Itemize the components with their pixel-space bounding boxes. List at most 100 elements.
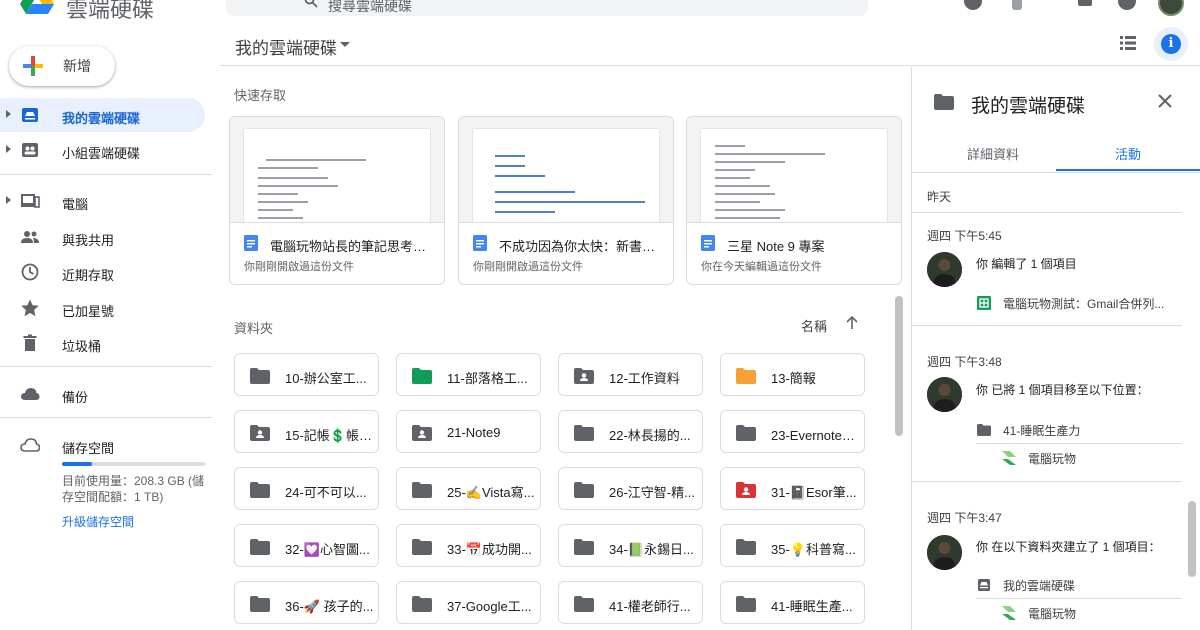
sort-by-name-button[interactable]: 名稱 [801, 316, 827, 335]
storage-usage-text: 目前使用量：208.3 GB (儲存空間配額：1 TB) [62, 474, 205, 504]
folder-icon [412, 539, 432, 555]
activity-item[interactable]: 電腦玩物 [1002, 600, 1076, 626]
activity-item[interactable]: 電腦玩物測試：Gmail合併列... [977, 290, 1164, 316]
sidebar-item-label: 小組雲端硬碟 [62, 146, 141, 161]
main-content: 快速存取 電腦玩物站長的筆記思考術-... 你剛剛開啟過這份文件 不成功因為你太… [220, 67, 910, 630]
quick-access-card[interactable]: 不成功因為你太快：新書專案 你剛剛開啟過這份文件 [458, 116, 674, 285]
folder-name: 31-📓Esor筆... [771, 485, 857, 500]
folder-icon [412, 482, 432, 498]
folder-name: 32-💟心智圖... [285, 542, 370, 557]
sidebar-item-label: 與我共用 [62, 233, 115, 248]
activity-time: 週四 下午5:45 [927, 229, 1002, 243]
panel-scrollbar[interactable] [1188, 501, 1196, 577]
folder-card[interactable]: 33-📅成功開... [396, 524, 541, 567]
activity-item[interactable]: 電腦玩物 [1002, 445, 1076, 471]
folder-card[interactable]: 41-權老師行... [558, 581, 703, 624]
folder-card[interactable]: 32-💟心智圖... [234, 524, 379, 567]
help-icon[interactable] [964, 0, 982, 10]
folder-name: 33-📅成功開... [447, 542, 532, 557]
sidebar-item-starred[interactable]: 已加星號 [0, 291, 205, 325]
main-scrollbar[interactable] [895, 296, 903, 436]
folder-icon [574, 425, 594, 441]
sidebar-item-trash[interactable]: 垃圾桶 [0, 326, 205, 360]
folder-card[interactable]: 31-📓Esor筆... [720, 467, 865, 510]
settings-icon[interactable] [1012, 0, 1022, 10]
main-header: 我的雲端硬碟 i [220, 22, 1200, 66]
upgrade-storage-link[interactable]: 升級儲存空間 [62, 513, 134, 530]
folder-icon [574, 596, 594, 612]
sidebar-item-label: 垃圾桶 [62, 339, 102, 354]
notifications-icon[interactable] [1118, 0, 1136, 10]
folder-name: 35-💡科普寫... [771, 542, 856, 557]
tabs-divider [912, 172, 1200, 173]
sidebar-item-label: 儲存空間 [62, 441, 115, 456]
sidebar-item-computers[interactable]: 電腦 [0, 184, 205, 218]
arrow-up-icon[interactable] [845, 315, 859, 331]
folder-card[interactable]: 36-🚀 孩子的... [234, 581, 379, 624]
title-dropdown-icon[interactable] [340, 42, 350, 47]
sidebar-item-shared-drives[interactable]: 小組雲端硬碟 [0, 133, 205, 167]
page-title[interactable]: 我的雲端硬碟 [235, 34, 337, 59]
quick-access-card[interactable]: 三星 Note 9 專案 你在今天編輯過這份文件 [686, 116, 902, 285]
folder-card[interactable]: 10-辦公室工... [234, 353, 379, 396]
folder-icon [736, 368, 756, 384]
list-view-icon[interactable] [1120, 36, 1136, 50]
folder-card[interactable]: 41-睡眠生產... [720, 581, 865, 624]
panel-title: 我的雲端硬碟 [971, 96, 1086, 117]
folder-icon [412, 368, 432, 384]
activity-item[interactable]: 41-睡眠生產力 [977, 417, 1080, 443]
expand-caret-icon[interactable] [6, 196, 11, 204]
sidebar-item-label: 電腦 [62, 197, 89, 212]
tab-activity[interactable]: 活動 [1056, 133, 1200, 171]
storage-usage-fill [62, 462, 92, 466]
activity-time: 週四 下午3:48 [927, 355, 1002, 369]
clock-icon [21, 263, 39, 281]
search-input[interactable]: 搜尋雲端硬碟 [226, 0, 868, 16]
app-title: 雲端硬碟 [66, 0, 155, 22]
shared-folder-icon [574, 368, 594, 384]
tab-details[interactable]: 詳細資料 [921, 133, 1065, 171]
avatar [927, 535, 962, 570]
details-info-button[interactable]: i [1154, 27, 1188, 61]
folder-card[interactable]: 23-Evernote子... [720, 410, 865, 453]
folder-card[interactable]: 13-簡報 [720, 353, 865, 396]
sidebar-item-backups[interactable]: 備份 [0, 377, 205, 411]
quick-access-reason: 你剛剛開啟過這份文件 [244, 261, 354, 273]
sidebar-item-my-drive[interactable]: 我的雲端硬碟 [0, 98, 205, 132]
folders-label: 資料夾 [234, 321, 274, 336]
folder-card[interactable]: 22-林長揚的... [558, 410, 703, 453]
folder-card[interactable]: 25-✍️Vista寫... [396, 467, 541, 510]
close-icon[interactable] [1155, 91, 1175, 111]
activity-divider [912, 481, 1182, 482]
folder-card[interactable]: 12-工作資料 [558, 353, 703, 396]
quick-access-name: 三星 Note 9 專案 [727, 239, 825, 254]
activity-divider [912, 212, 1182, 213]
folder-card[interactable]: 37-Google工... [396, 581, 541, 624]
sidebar-item-recent[interactable]: 近期存取 [0, 255, 205, 289]
new-button[interactable]: 新增 [9, 46, 115, 86]
activity-text: 你 在以下資料夾建立了 1 個項目： [976, 540, 1161, 554]
document-thumbnail [230, 117, 444, 223]
folder-card[interactable]: 35-💡科普寫... [720, 524, 865, 567]
sidebar-divider [0, 366, 212, 367]
folder-card[interactable]: 21-Note9 [396, 410, 541, 453]
quick-access-name: 電腦玩物站長的筆記思考術-... [270, 239, 438, 254]
apps-grid-icon[interactable] [1078, 0, 1092, 6]
account-avatar[interactable] [1158, 0, 1184, 16]
activity-text: 你 編輯了 1 個項目 [976, 257, 1077, 271]
activity-item[interactable]: 我的雲端硬碟 [977, 572, 1075, 598]
expand-caret-icon[interactable] [6, 110, 11, 118]
info-icon: i [1161, 34, 1181, 54]
activity-item-label: 我的雲端硬碟 [1003, 578, 1076, 593]
quick-access-card[interactable]: 電腦玩物站長的筆記思考術-... 你剛剛開啟過這份文件 [229, 116, 445, 285]
folder-card[interactable]: 11-部落格工... [396, 353, 541, 396]
folder-card[interactable]: 26-江守智-精... [558, 467, 703, 510]
folder-name: 11-部落格工... [447, 371, 528, 386]
sidebar-item-storage[interactable]: 儲存空間 [0, 428, 205, 462]
expand-caret-icon[interactable] [6, 145, 11, 153]
folder-card[interactable]: 34-📗永錫日... [558, 524, 703, 567]
folder-card[interactable]: 24-可不可以... [234, 467, 379, 510]
quick-access-name: 不成功因為你太快：新書專案 [499, 239, 667, 254]
folder-card[interactable]: 15-記帳💲帳簿 ... [234, 410, 379, 453]
sidebar-item-shared-with-me[interactable]: 與我共用 [0, 220, 205, 254]
